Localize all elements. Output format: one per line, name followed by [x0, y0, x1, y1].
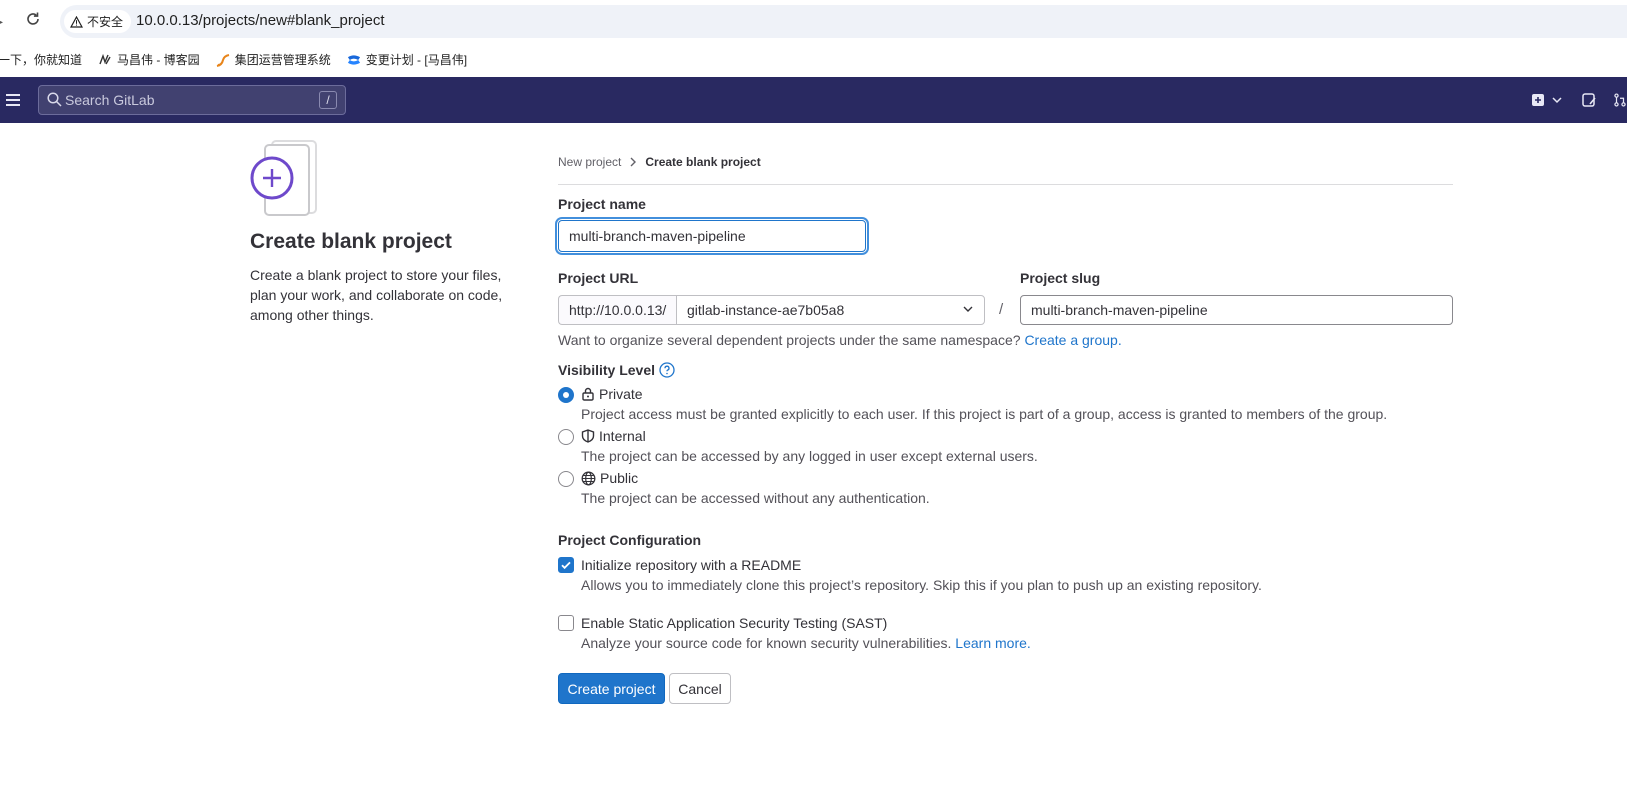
create-project-button[interactable]: Create project [558, 673, 665, 704]
page-title: Create blank project [250, 230, 452, 253]
project-name-input[interactable] [558, 220, 866, 252]
search-box[interactable]: / [38, 85, 346, 115]
search-input[interactable] [65, 91, 305, 109]
page-description: Create a blank project to store your fil… [250, 267, 503, 323]
sast-label[interactable]: Enable Static Application Security Testi… [581, 615, 887, 631]
sast-checkbox[interactable] [558, 615, 574, 631]
issues-icon[interactable] [1579, 90, 1599, 110]
url-separator: / [999, 301, 1004, 318]
confluence-icon [347, 53, 361, 67]
insecure-label: 不安全 [87, 15, 124, 29]
search-shortcut-key: / [319, 91, 337, 109]
visibility-heading: Visibility Level [558, 362, 675, 378]
check-icon [561, 561, 571, 570]
warning-icon [70, 15, 83, 28]
address-bar[interactable]: 不安全 10.0.0.13/projects/new#blank_project [60, 5, 1627, 38]
create-group-link[interactable]: Create a group. [1024, 332, 1121, 348]
bookmark-ops[interactable]: 集团运营管理系统 [216, 51, 331, 68]
ops-icon [216, 53, 230, 67]
lock-icon [582, 387, 594, 401]
gitlab-topbar: / [0, 77, 1627, 123]
namespace-value: gitlab-instance-ae7b05a8 [687, 302, 845, 318]
breadcrumb-current: Create blank project [645, 155, 761, 169]
topbar-actions [1531, 90, 1627, 110]
namespace-help-text: Want to organize several dependent proje… [558, 332, 1021, 348]
sast-help-text: Analyze your source code for known secur… [581, 635, 952, 651]
reload-icon[interactable] [24, 10, 42, 28]
menu-icon[interactable] [6, 94, 20, 106]
chevron-down-icon [963, 306, 973, 312]
config-label: Project Configuration [558, 532, 702, 548]
security-chip[interactable]: 不安全 [64, 10, 132, 33]
visibility-internal-radio[interactable] [558, 429, 574, 445]
project-name-label: Project name [558, 196, 646, 212]
divider [558, 184, 1453, 185]
new-menu-icon[interactable] [1531, 90, 1565, 110]
merge-requests-icon[interactable] [1613, 90, 1627, 110]
visibility-public-label[interactable]: Public [581, 470, 638, 486]
project-url-prefix: http://10.0.0.13/ [558, 295, 676, 325]
learn-more-link[interactable]: Learn more. [955, 635, 1030, 651]
bookmark-label: 马昌伟 - 博客园 [117, 53, 200, 67]
bookmarks-bar: 一下，你就知道 马昌伟 - 博客园 集团运营管理系统 变更计划 - [马昌伟] [0, 42, 1627, 77]
search-icon [47, 92, 62, 107]
shield-icon [581, 429, 595, 443]
forward-arrow-icon[interactable]: ▸ [0, 13, 3, 30]
internal-description: The project can be accessed by any logge… [581, 448, 1038, 464]
browser-toolbar: ▸ 不安全 10.0.0.13/projects/new#blank_proje… [0, 0, 1627, 42]
project-slug-label: Project slug [1020, 270, 1101, 286]
breadcrumb: New project Create blank project [558, 155, 761, 169]
question-circle-icon[interactable] [659, 362, 675, 378]
globe-icon [581, 471, 596, 485]
visibility-internal-label[interactable]: Internal [581, 428, 646, 444]
visibility-private-radio[interactable] [558, 387, 574, 403]
visibility-label: Visibility Level [558, 362, 656, 378]
public-label: Public [600, 470, 639, 486]
private-description: Project access must be granted explicitl… [581, 406, 1388, 422]
cancel-button[interactable]: Cancel [669, 673, 731, 704]
namespace-help: Want to organize several dependent proje… [558, 332, 1122, 348]
project-url-label: Project URL [558, 270, 639, 286]
sast-help: Analyze your source code for known secur… [581, 635, 1031, 651]
bookmark-baidu[interactable]: 一下，你就知道 [0, 51, 82, 68]
bookmark-label: 集团运营管理系统 [234, 53, 331, 67]
bookmark-label: 一下，你就知道 [0, 53, 83, 67]
readme-label[interactable]: Initialize repository with a README [581, 557, 801, 573]
chevron-right-icon [630, 157, 637, 167]
private-label: Private [599, 386, 643, 402]
bookmark-label: 变更计划 - [马昌伟] [365, 53, 468, 67]
public-description: The project can be accessed without any … [581, 490, 930, 506]
url-text[interactable]: 10.0.0.13/projects/new#blank_project [136, 12, 385, 29]
readme-checkbox[interactable] [558, 557, 574, 573]
internal-label: Internal [599, 428, 646, 444]
breadcrumb-new-project[interactable]: New project [558, 155, 621, 169]
readme-help: Allows you to immediately clone this pro… [581, 577, 1262, 593]
namespace-select[interactable]: gitlab-instance-ae7b05a8 [676, 295, 985, 325]
visibility-private-label[interactable]: Private [581, 386, 643, 402]
bookmark-confluence[interactable]: 变更计划 - [马昌伟] [347, 51, 467, 68]
bookmark-cnblogs[interactable]: 马昌伟 - 博客园 [98, 51, 200, 68]
project-slug-input[interactable] [1020, 295, 1453, 325]
visibility-public-radio[interactable] [558, 471, 574, 487]
cnblogs-icon [98, 53, 112, 67]
blank-project-illustration [250, 140, 317, 216]
